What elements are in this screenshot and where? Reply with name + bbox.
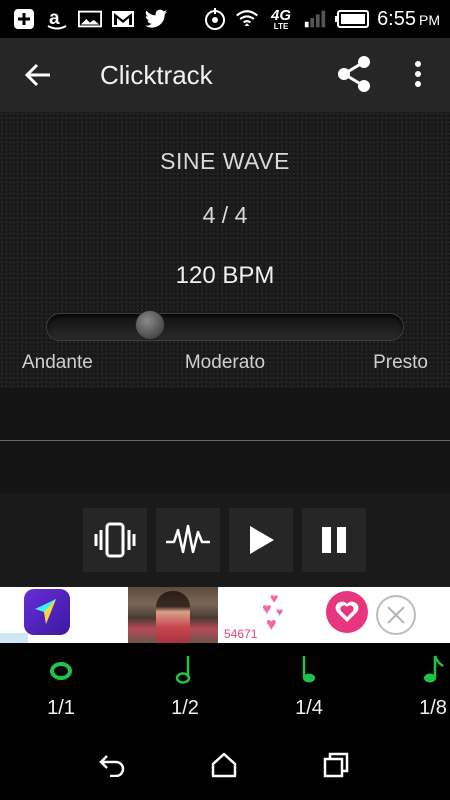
share-icon [338,56,370,92]
status-bar: a 4G LTE 6:55 PM [0,0,450,38]
page-title: Clicktrack [100,59,213,90]
gmail-icon [111,8,135,30]
ad-banner[interactable]: ♥ ♥ ♥ ♥ 54671 [0,587,450,643]
sound-type-selector[interactable]: SINE WAVE [0,148,450,175]
nav-home-button[interactable] [204,748,244,782]
heart-icon: ♥ [276,605,284,619]
heart-icon: ♥ [266,614,277,634]
image-icon [78,8,102,30]
app-bar: Clicktrack [0,38,450,112]
half-note-icon [175,653,195,685]
ad-image[interactable] [128,587,218,643]
waveform-icon [166,524,210,554]
ad-person-image [156,591,190,643]
subdivision-eighth[interactable]: 1/8 [403,653,450,723]
sound-wave-button[interactable] [156,508,220,572]
navigation-bar [0,728,450,800]
subdivision-label: 1/4 [295,697,323,719]
nav-recents-button[interactable] [316,748,356,782]
4g-lte-icon: 4G LTE [271,6,292,31]
play-button[interactable] [229,508,293,572]
quarter-note-icon [299,653,319,685]
nav-recents-icon [323,752,349,778]
nav-back-icon [99,755,125,777]
back-arrow-icon [24,63,50,87]
twitter-icon [144,8,168,30]
tempo-slider[interactable] [46,313,404,341]
nav-home-icon [211,752,237,778]
play-icon [250,526,274,554]
svg-text:a: a [49,8,60,29]
more-vert-icon [415,61,421,87]
clock: 6:55 PM [377,7,440,30]
metronome-panel: SINE WAVE 4 / 4 120 BPM Andante Moderato… [0,112,450,388]
subdivision-label: 1/2 [171,697,199,719]
battery-icon [335,8,370,30]
pause-icon [322,527,346,553]
beat-indicator-area [0,388,450,493]
star-icon [35,599,56,624]
subdivision-half[interactable]: 1/2 [155,653,215,723]
subdivision-label: 1/1 [47,697,75,719]
vibrate-icon [94,522,136,558]
nfc-icon [203,8,227,30]
pause-button[interactable] [302,508,366,572]
heart-outline-icon [335,601,359,622]
ad-like-count: 54671 [224,627,258,641]
ad-heart-button[interactable] [326,591,368,633]
adchoices-icon[interactable] [0,633,28,643]
nav-back-button[interactable] [92,748,132,782]
add-icon [12,8,36,30]
ad-close-button[interactable] [376,595,416,635]
whole-note-icon [49,653,73,685]
tempo-display[interactable]: 120 BPM [0,262,450,290]
ad-app-icon[interactable] [24,589,70,635]
amazon-icon: a [45,8,69,30]
divider [0,440,450,441]
playback-controls [0,493,450,587]
wifi-icon [235,8,259,30]
tempo-slider-thumb[interactable] [134,310,165,340]
subdivision-whole[interactable]: 1/1 [31,653,91,723]
time-signature-selector[interactable]: 4 / 4 [0,202,450,229]
subdivision-quarter[interactable]: 1/4 [279,653,339,723]
eighth-note-icon [422,653,444,685]
subdivision-label: 1/8 [419,697,447,719]
subdivision-bar: 1/1 1/2 1/4 1/8 [0,643,450,728]
close-icon [387,606,405,624]
back-button[interactable] [0,38,76,112]
vibrate-button[interactable] [83,508,147,572]
share-button[interactable] [330,50,378,98]
tempo-mark-presto: Presto [373,352,428,373]
more-options-button[interactable] [400,50,436,98]
signal-icon [303,8,327,30]
